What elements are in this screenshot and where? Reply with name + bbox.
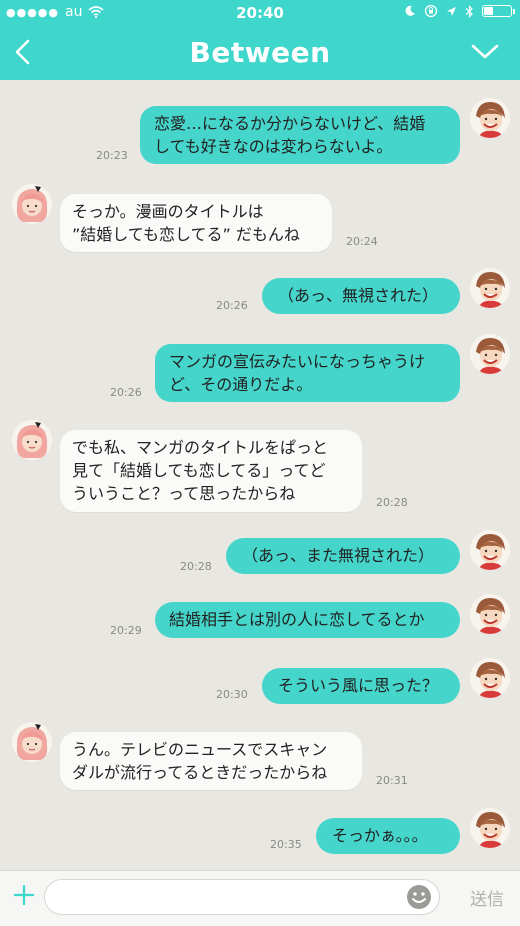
message-timestamp: 20:29: [110, 624, 142, 637]
partner-avatar[interactable]: [12, 420, 52, 460]
message-timestamp: 20:24: [346, 235, 378, 248]
boy-avatar-icon: [470, 98, 510, 138]
girl-avatar-icon: [12, 420, 52, 460]
my-avatar[interactable]: [470, 808, 510, 848]
message-timestamp: 20:30: [216, 688, 248, 701]
boy-avatar-icon: [470, 530, 510, 570]
message-line: ど、その通りだよ。: [169, 375, 313, 394]
my-message-bubble[interactable]: そういう風に思った？: [262, 668, 460, 704]
message-timestamp: 20:28: [376, 496, 408, 509]
boy-avatar-icon: [470, 268, 510, 308]
message-timestamp: 20:31: [376, 774, 408, 787]
rotation-lock-icon: [424, 4, 438, 18]
emoji-icon[interactable]: [405, 883, 433, 911]
my-message-bubble[interactable]: そっかぁ。。。: [316, 818, 460, 854]
message-line: 恋愛…になるか分からないけど、結婚: [154, 114, 426, 133]
message-line: そっかぁ。。。: [332, 826, 428, 845]
my-avatar[interactable]: [470, 98, 510, 138]
send-button[interactable]: 送信: [470, 885, 504, 910]
page-title: Between: [189, 36, 331, 69]
partner-avatar[interactable]: [12, 184, 52, 224]
bluetooth-icon: [465, 4, 473, 18]
message-timestamp: 20:26: [216, 299, 248, 312]
battery-icon: [482, 5, 515, 17]
message-field-container: [44, 879, 440, 915]
boy-avatar-icon: [470, 334, 510, 374]
my-message-bubble[interactable]: （あっ、無視された）: [262, 278, 460, 314]
message-timestamp: 20:28: [180, 560, 212, 573]
message-line: ”結婚しても恋してる” だもんね: [72, 225, 300, 244]
message-line: 結婚相手とは別の人に恋してるとか: [169, 610, 425, 629]
my-message-bubble[interactable]: マンガの宣伝みたいになっちゃうけ ど、その通りだよ。: [155, 344, 460, 402]
status-bar: ●●●●● au 20:40: [0, 0, 520, 26]
status-right: [404, 4, 515, 18]
my-message-bubble[interactable]: 結婚相手とは別の人に恋してるとか: [155, 602, 460, 638]
message-line: ダルが流行ってるときだったからね: [72, 763, 328, 782]
add-attachment-button[interactable]: [12, 883, 36, 907]
my-avatar[interactable]: [470, 334, 510, 374]
message-line: でも私、マンガのタイトルをぱっと: [72, 438, 329, 457]
boy-avatar-icon: [470, 808, 510, 848]
boy-avatar-icon: [470, 658, 510, 698]
my-avatar[interactable]: [470, 530, 510, 570]
message-line: （あっ、無視された）: [278, 286, 439, 305]
message-timestamp: 20:23: [96, 149, 128, 162]
message-line: うん。テレビのニュースでスキャン: [72, 740, 328, 759]
partner-message-bubble[interactable]: でも私、マンガのタイトルをぱっと 見て「結婚しても恋してる」ってど ういうこと？…: [60, 430, 362, 512]
message-input[interactable]: [59, 886, 403, 910]
nav-bar: Between: [0, 26, 520, 80]
message-timestamp: 20:35: [270, 838, 302, 851]
my-message-bubble[interactable]: 恋愛…になるか分からないけど、結婚 しても好きなのは変わらないよ。: [140, 106, 460, 164]
chat-area[interactable]: 20:23 恋愛…になるか分からないけど、結婚 しても好きなのは変わらないよ。 …: [0, 80, 520, 870]
message-input-bar: 送信: [0, 870, 520, 926]
girl-avatar-icon: [12, 184, 52, 224]
message-line: （あっ、また無視された）: [242, 546, 435, 565]
girl-avatar-icon: [12, 722, 52, 762]
plus-icon: [14, 885, 34, 905]
message-line: しても好きなのは変わらないよ。: [154, 137, 393, 156]
message-timestamp: 20:26: [110, 386, 142, 399]
my-avatar[interactable]: [470, 268, 510, 308]
boy-avatar-icon: [470, 594, 510, 634]
my-avatar[interactable]: [470, 658, 510, 698]
chevron-down-icon[interactable]: [470, 40, 500, 64]
message-line: そういう風に思った？: [278, 676, 439, 695]
partner-message-bubble[interactable]: うん。テレビのニュースでスキャン ダルが流行ってるときだったからね: [60, 732, 362, 790]
my-message-bubble[interactable]: （あっ、また無視された）: [226, 538, 460, 574]
partner-avatar[interactable]: [12, 722, 52, 762]
message-line: そっか。漫画のタイトルは: [72, 202, 264, 221]
moon-icon: [405, 5, 415, 16]
message-line: マンガの宣伝みたいになっちゃうけ: [169, 352, 426, 371]
location-arrow-icon: [447, 6, 456, 16]
message-line: ういうこと？って思ったからね: [72, 484, 296, 503]
my-avatar[interactable]: [470, 594, 510, 634]
partner-message-bubble[interactable]: そっか。漫画のタイトルは ”結婚しても恋してる” だもんね: [60, 194, 332, 252]
message-line: 見て「結婚しても恋してる」ってど: [72, 461, 326, 480]
